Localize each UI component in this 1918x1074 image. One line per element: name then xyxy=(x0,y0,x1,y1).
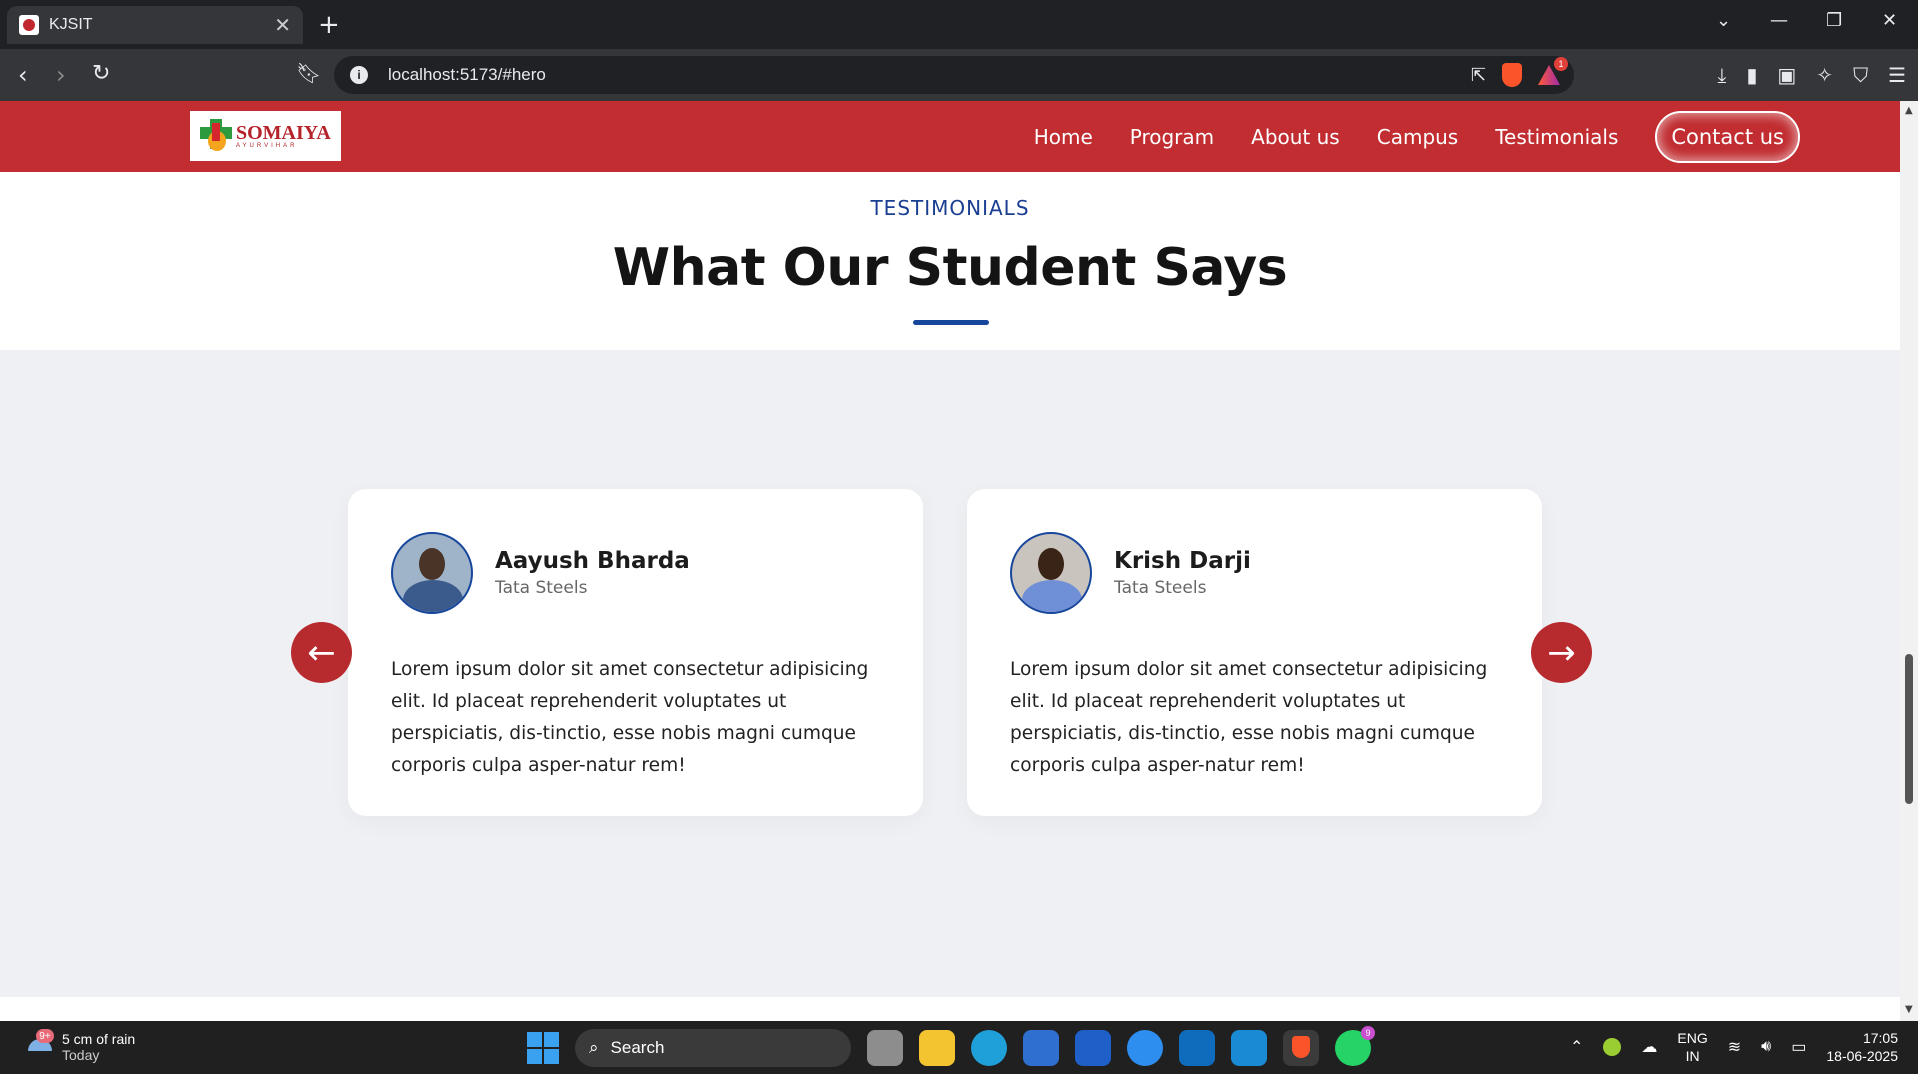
get-help-icon[interactable] xyxy=(1127,1030,1163,1066)
start-windows-icon[interactable] xyxy=(527,1032,559,1064)
scroll-up-icon[interactable]: ▲ xyxy=(1905,105,1913,116)
clock-date: 18-06-2025 xyxy=(1826,1048,1898,1064)
testimonial-company: Tata Steels xyxy=(1114,578,1207,598)
weather-day: Today xyxy=(62,1047,100,1063)
file-explorer-icon[interactable] xyxy=(919,1030,955,1066)
reload-icon[interactable]: ↻ xyxy=(92,61,110,86)
outlook-icon[interactable] xyxy=(1179,1030,1215,1066)
section-title: What Our Student Says xyxy=(612,238,1288,298)
window-close-icon[interactable]: ✕ xyxy=(1882,10,1897,31)
tray-app-icon[interactable] xyxy=(1603,1038,1622,1056)
wallet-icon[interactable]: ▣ xyxy=(1777,63,1796,87)
section-eyebrow: TESTIMONIALS xyxy=(870,196,1030,220)
nav-about-us[interactable]: About us xyxy=(1251,125,1340,149)
rain-icon: 9+ xyxy=(26,1029,54,1061)
task-view-icon[interactable] xyxy=(867,1030,903,1066)
contact-us-button[interactable]: Contact us xyxy=(1655,110,1800,163)
clock-time: 17:05 xyxy=(1862,1030,1898,1046)
language-indicator[interactable]: ENG IN xyxy=(1677,1029,1707,1065)
taskbar-search[interactable]: ⌕ Search xyxy=(575,1029,851,1067)
bookmark-icon[interactable]: 🔖︎ xyxy=(296,61,321,85)
weather-widget[interactable]: 9+ 5 cm of rain Today xyxy=(26,1029,136,1063)
browser-toolbar: ‹ › ↻ 🔖︎ i localhost:5173/#hero ⇱ 1 ⤓ ▮ … xyxy=(0,49,1918,101)
search-placeholder: Search xyxy=(610,1038,665,1057)
wifi-icon[interactable]: ≋ xyxy=(1728,1037,1741,1057)
site-favicon-icon xyxy=(19,15,39,35)
testimonial-name: Aayush Bharda xyxy=(495,548,690,574)
vpn-icon[interactable]: ⛉ xyxy=(1853,63,1868,87)
testimonial-text: Lorem ipsum dolor sit amet consectetur a… xyxy=(391,659,869,776)
search-icon: ⌕ xyxy=(589,1038,599,1057)
rewards-badge: 1 xyxy=(1554,57,1568,71)
windows-taskbar: 9+ 5 cm of rain Today ⌕ Search 9 ⌃ ☁ ENG… xyxy=(0,1021,1918,1074)
logo-subtext: AYURVIHAR xyxy=(236,143,298,149)
testimonial-card: Aayush Bharda Tata Steels Lorem ipsum do… xyxy=(348,489,923,816)
tab-close-icon[interactable]: ✕ xyxy=(274,13,291,37)
logo-text: SOMAIYA xyxy=(236,122,331,144)
arrow-right-icon: → xyxy=(1547,632,1576,673)
avatar xyxy=(391,532,473,614)
onedrive-icon[interactable]: ☁ xyxy=(1641,1037,1657,1057)
testimonial-company: Tata Steels xyxy=(495,578,588,598)
site-info-icon[interactable]: i xyxy=(350,66,368,84)
carousel-next-button[interactable]: → xyxy=(1531,622,1592,683)
page-scrollbar[interactable]: ▲ ▼ xyxy=(1900,101,1918,1021)
menu-icon[interactable]: ☰ xyxy=(1888,63,1906,87)
restore-icon[interactable]: ❐ xyxy=(1826,10,1842,31)
nav-testimonials[interactable]: Testimonials xyxy=(1495,125,1618,149)
myhp-icon[interactable] xyxy=(1075,1030,1111,1066)
microsoft-store-icon[interactable] xyxy=(1023,1030,1059,1066)
testimonials-background xyxy=(0,350,1900,997)
new-tab-button[interactable]: + xyxy=(318,10,340,40)
testimonial-card: Krish Darji Tata Steels Lorem ipsum dolo… xyxy=(967,489,1542,816)
carousel-prev-button[interactable]: ← xyxy=(291,622,352,683)
url-text: localhost:5173/#hero xyxy=(388,65,546,84)
browser-tabbar: KJSIT ✕ + ⌄ — ❐ ✕ xyxy=(0,0,1918,49)
tab-search-icon[interactable]: ⌄ xyxy=(1716,10,1731,31)
leo-ai-icon[interactable]: ✧ xyxy=(1816,63,1833,87)
download-icon[interactable]: ⤓ xyxy=(1718,63,1727,87)
battery-icon[interactable]: ▭ xyxy=(1791,1037,1806,1057)
whatsapp-badge: 9 xyxy=(1361,1026,1375,1040)
main-nav: Home Program About us Campus Testimonial… xyxy=(1034,101,1800,172)
volume-icon[interactable]: 🔊︎ xyxy=(1761,1038,1771,1056)
nav-program[interactable]: Program xyxy=(1130,125,1214,149)
sidebar-icon[interactable]: ▮ xyxy=(1746,63,1757,87)
scrollbar-thumb[interactable] xyxy=(1905,654,1913,804)
language-region: IN xyxy=(1685,1048,1700,1064)
brave-taskbar-icon[interactable] xyxy=(1283,1030,1319,1066)
somaiya-logo[interactable]: SOMAIYA AYURVIHAR xyxy=(190,111,341,161)
nav-campus[interactable]: Campus xyxy=(1377,125,1459,149)
back-icon[interactable]: ‹ xyxy=(18,61,28,89)
testimonial-text: Lorem ipsum dolor sit amet consectetur a… xyxy=(1010,659,1488,776)
language-code: ENG xyxy=(1677,1030,1708,1046)
whatsapp-icon[interactable]: 9 xyxy=(1335,1026,1375,1066)
clock[interactable]: 17:05 18-06-2025 xyxy=(1826,1029,1898,1065)
address-bar[interactable]: i localhost:5173/#hero ⇱ 1 xyxy=(334,56,1574,94)
vscode-icon[interactable] xyxy=(1231,1030,1267,1066)
scroll-down-icon[interactable]: ▼ xyxy=(1905,1004,1913,1015)
share-icon[interactable]: ⇱ xyxy=(1471,65,1486,86)
weather-text: 5 cm of rain xyxy=(62,1031,136,1047)
avatar xyxy=(1010,532,1092,614)
brave-shields-icon[interactable] xyxy=(1502,63,1522,87)
weather-badge: 9+ xyxy=(36,1029,54,1043)
somaiya-logo-mark-icon xyxy=(200,119,232,153)
chevron-up-icon[interactable]: ⌃ xyxy=(1570,1037,1583,1057)
edge-icon[interactable] xyxy=(971,1030,1007,1066)
title-underline xyxy=(913,320,989,325)
site-header: SOMAIYA AYURVIHAR Home Program About us … xyxy=(0,101,1900,172)
arrow-left-icon: ← xyxy=(307,632,336,673)
brave-rewards-icon[interactable]: 1 xyxy=(1538,57,1568,85)
minimize-icon[interactable]: — xyxy=(1770,10,1788,31)
forward-icon[interactable]: › xyxy=(56,61,66,89)
testimonial-name: Krish Darji xyxy=(1114,548,1251,574)
browser-tab[interactable]: KJSIT ✕ xyxy=(7,6,303,44)
tab-title: KJSIT xyxy=(49,16,93,33)
nav-home[interactable]: Home xyxy=(1034,125,1093,149)
